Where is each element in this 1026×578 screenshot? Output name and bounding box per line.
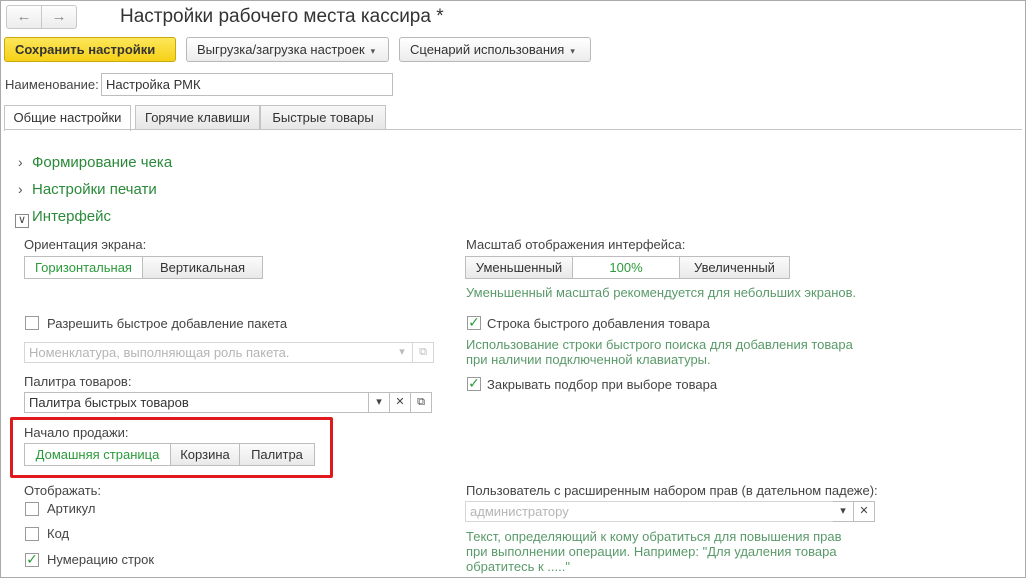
package-item-input[interactable]: Номенклатура, выполняющая роль пакета. <box>24 342 393 363</box>
usage-scenario-button[interactable]: Сценарий использования ▾ <box>399 37 591 62</box>
group-interface[interactable]: ∨ Интерфейс <box>15 208 111 228</box>
orientation-vertical-option[interactable]: Вертикальная <box>142 256 263 279</box>
article-checkbox[interactable] <box>25 502 39 516</box>
group-receipt-label: Формирование чека <box>32 154 173 171</box>
group-interface-label: Интерфейс <box>32 208 112 225</box>
quick-add-row-hint-2: при наличии подключенной клавиатуры. <box>466 352 711 367</box>
scale-small-option[interactable]: Уменьшенный <box>465 256 573 279</box>
name-label: Наименование: <box>5 77 99 92</box>
article-label: Артикул <box>47 501 96 516</box>
forward-arrow-icon[interactable]: → <box>41 5 77 29</box>
chevron-down-icon[interactable]: ▾ <box>369 392 390 413</box>
scale-100-option[interactable]: 100% <box>572 256 680 279</box>
usage-scenario-label: Сценарий использования <box>410 42 565 57</box>
scale-hint: Уменьшенный масштаб рекомендуется для не… <box>466 285 857 300</box>
chevron-down-icon: ▾ <box>570 46 575 56</box>
chevron-down-icon: ∨ <box>15 214 29 228</box>
clear-icon[interactable]: ✕ <box>854 501 875 522</box>
orientation-horizontal-option[interactable]: Горизонтальная <box>24 256 143 279</box>
back-arrow-icon[interactable]: ← <box>6 5 42 29</box>
chevron-down-icon[interactable]: ▾ <box>392 342 413 363</box>
palette-input[interactable]: Палитра быстрых товаров <box>24 392 369 413</box>
tab-divider <box>4 129 1022 130</box>
row-numbering-checkbox[interactable]: ✓ <box>25 552 39 567</box>
scale-large-option[interactable]: Увеличенный <box>679 256 790 279</box>
highlight-frame <box>10 417 333 478</box>
code-checkbox[interactable] <box>25 527 39 541</box>
chevron-right-icon: › <box>18 181 23 197</box>
close-selection-label: Закрывать подбор при выборе товара <box>487 377 718 392</box>
chevron-right-icon: › <box>18 154 23 170</box>
close-selection-checkbox[interactable]: ✓ <box>467 376 481 391</box>
name-input[interactable]: Настройка РМК <box>101 73 393 96</box>
chevron-down-icon: ▾ <box>370 46 376 56</box>
page-title: Настройки рабочего места кассира * <box>120 6 444 27</box>
quick-package-checkbox[interactable] <box>25 316 39 330</box>
quick-package-label: Разрешить быстрое добавление пакета <box>47 316 288 331</box>
privileged-user-hint-3: обратитесь к ....." <box>466 559 570 574</box>
privileged-user-label: Пользователь с расширенным набором прав … <box>466 483 878 498</box>
code-label: Код <box>47 526 70 541</box>
orientation-label: Ориентация экрана: <box>24 237 147 252</box>
save-settings-button[interactable]: Сохранить настройки <box>4 37 176 62</box>
group-print[interactable]: › Настройки печати <box>18 181 157 198</box>
palette-label: Палитра товаров: <box>24 374 132 389</box>
group-receipt[interactable]: › Формирование чека <box>18 154 172 171</box>
tab-general[interactable]: Общие настройки <box>4 105 131 131</box>
quick-add-row-label: Строка быстрого добавления товара <box>487 316 710 331</box>
tab-hotkeys[interactable]: Горячие клавиши <box>135 105 260 130</box>
save-settings-label: Сохранить настройки <box>15 42 156 57</box>
quick-add-row-hint-1: Использование строки быстрого поиска для… <box>466 337 853 352</box>
export-import-button[interactable]: Выгрузка/загрузка настроек ▾ <box>186 37 389 62</box>
export-import-label: Выгрузка/загрузка настроек <box>197 42 365 57</box>
row-numbering-label: Нумерацию строк <box>47 552 155 567</box>
quick-add-row-checkbox[interactable]: ✓ <box>467 315 481 330</box>
clear-icon[interactable]: ✕ <box>390 392 411 413</box>
display-label: Отображать: <box>24 483 102 498</box>
group-print-label: Настройки печати <box>32 181 157 198</box>
privileged-user-hint-1: Текст, определяющий к кому обратиться дл… <box>466 529 842 544</box>
open-icon[interactable]: ⧉ <box>413 342 434 363</box>
tab-quick-products[interactable]: Быстрые товары <box>260 105 386 130</box>
privileged-user-input[interactable]: администратору <box>465 501 834 522</box>
chevron-down-icon[interactable]: ▾ <box>833 501 854 522</box>
scale-label: Масштаб отображения интерфейса: <box>466 237 686 252</box>
open-icon[interactable]: ⧉ <box>411 392 432 413</box>
privileged-user-hint-2: при выполнении операции. Например: "Для … <box>466 544 837 559</box>
